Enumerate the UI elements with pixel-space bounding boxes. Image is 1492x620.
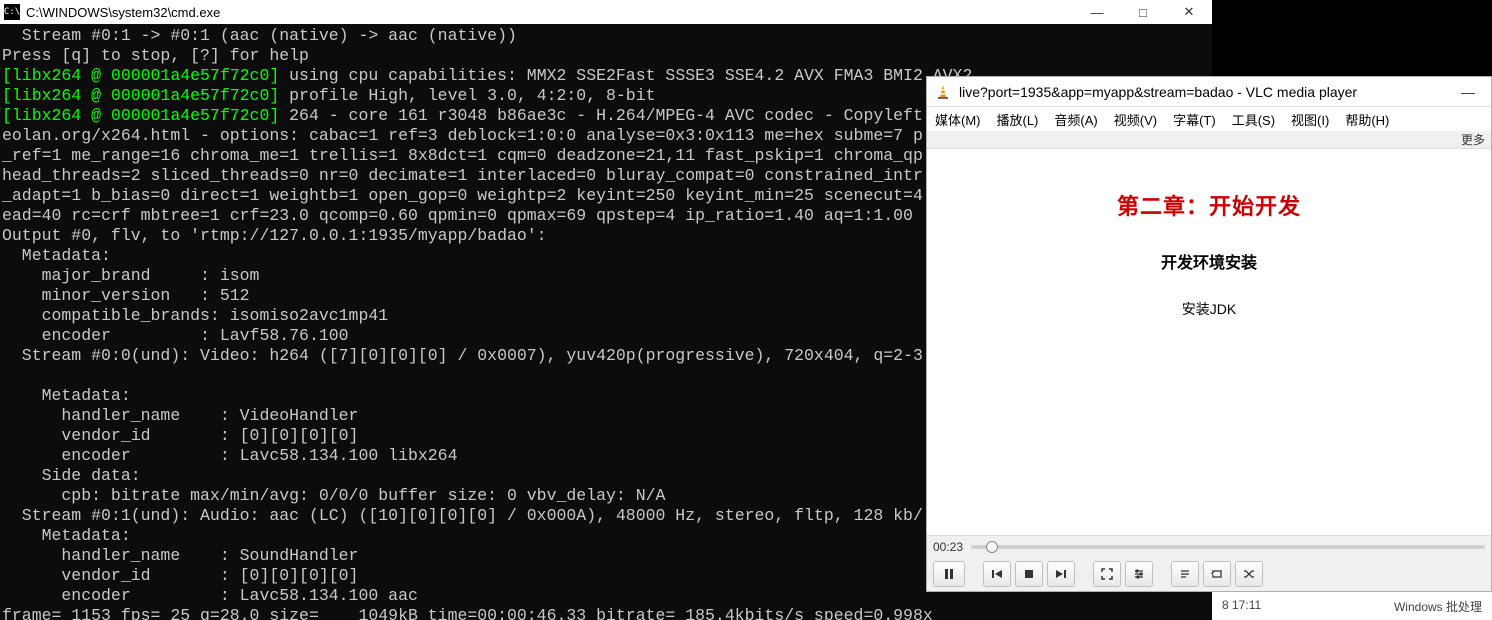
vlc-menu-help[interactable]: 帮助(H) bbox=[1345, 110, 1389, 129]
vlc-seek-slider[interactable] bbox=[971, 545, 1485, 549]
prev-button[interactable] bbox=[983, 561, 1011, 587]
vlc-menu-media[interactable]: 媒体(M) bbox=[935, 110, 981, 129]
vlc-window: live?port=1935&app=myapp&stream=badao - … bbox=[926, 76, 1492, 592]
slide-subtitle: 开发环境安装 bbox=[927, 249, 1491, 273]
vlc-video-area[interactable]: 第二章：开始开发 开发环境安装 安装JDK bbox=[927, 149, 1491, 535]
vlc-menu-playback[interactable]: 播放(L) bbox=[997, 110, 1039, 129]
cmd-title-text: C:\WINDOWS\system32\cmd.exe bbox=[26, 5, 220, 20]
vlc-menu-view[interactable]: 视图(I) bbox=[1291, 110, 1329, 129]
ext-settings-button[interactable] bbox=[1125, 561, 1153, 587]
file-type: Windows 批处理 bbox=[1394, 598, 1482, 615]
file-time: 8 17:11 bbox=[1222, 598, 1261, 615]
vlc-menu-video[interactable]: 视频(V) bbox=[1114, 110, 1157, 129]
cmd-line: using cpu capabilities: MMX2 SSE2Fast SS… bbox=[279, 66, 972, 85]
vlc-minimize-button[interactable]: — bbox=[1453, 84, 1483, 100]
maximize-button[interactable]: □ bbox=[1120, 0, 1166, 24]
vlc-menu-audio[interactable]: 音频(A) bbox=[1054, 110, 1097, 129]
vlc-menu-tools[interactable]: 工具(S) bbox=[1232, 110, 1275, 129]
cmd-line: 264 - core 161 r3048 b86ae3c - H.264/MPE… bbox=[279, 106, 923, 125]
vlc-titlebar: live?port=1935&app=myapp&stream=badao - … bbox=[927, 77, 1491, 107]
minimize-button[interactable]: — bbox=[1074, 0, 1120, 24]
cmd-line: eolan.org/x264.html - options: cabac=1 r… bbox=[2, 126, 933, 620]
cmd-icon: C:\ bbox=[4, 4, 20, 20]
loop-button[interactable] bbox=[1203, 561, 1231, 587]
cmd-libx264-tag: [libx264 @ 000001a4e57f72c0] bbox=[2, 86, 279, 105]
next-button[interactable] bbox=[1047, 561, 1075, 587]
vlc-more-label[interactable]: 更多 bbox=[1461, 131, 1485, 148]
stop-button[interactable] bbox=[1015, 561, 1043, 587]
playlist-button[interactable] bbox=[1171, 561, 1199, 587]
pause-button[interactable] bbox=[933, 561, 965, 587]
vlc-title-text: live?port=1935&app=myapp&stream=badao - … bbox=[959, 84, 1357, 100]
vlc-menubar: 媒体(M) 播放(L) 音频(A) 视频(V) 字幕(T) 工具(S) 视图(I… bbox=[927, 107, 1491, 131]
background-dark bbox=[1212, 0, 1492, 76]
cmd-titlebar: C:\ C:\WINDOWS\system32\cmd.exe — □ ✕ bbox=[0, 0, 1212, 24]
vlc-time-elapsed: 00:23 bbox=[933, 540, 963, 554]
vlc-toolbar-extra: 更多 bbox=[927, 131, 1491, 149]
vlc-seek-row: 00:23 bbox=[927, 535, 1491, 557]
vlc-controls bbox=[927, 557, 1491, 591]
vlc-menu-subtitle[interactable]: 字幕(T) bbox=[1173, 110, 1216, 129]
vlc-seek-knob[interactable] bbox=[986, 541, 998, 553]
slide-title: 第二章：开始开发 bbox=[927, 189, 1491, 221]
cmd-libx264-tag: [libx264 @ 000001a4e57f72c0] bbox=[2, 66, 279, 85]
slide-item: 安装JDK bbox=[927, 299, 1491, 319]
shuffle-button[interactable] bbox=[1235, 561, 1263, 587]
vlc-cone-icon bbox=[935, 84, 951, 100]
cmd-line: profile High, level 3.0, 4:2:0, 8-bit bbox=[279, 86, 655, 105]
close-button[interactable]: ✕ bbox=[1166, 0, 1212, 24]
cmd-line: Stream #0:1 -> #0:1 (aac (native) -> aac… bbox=[2, 26, 517, 65]
cmd-libx264-tag: [libx264 @ 000001a4e57f72c0] bbox=[2, 106, 279, 125]
fullscreen-button[interactable] bbox=[1093, 561, 1121, 587]
